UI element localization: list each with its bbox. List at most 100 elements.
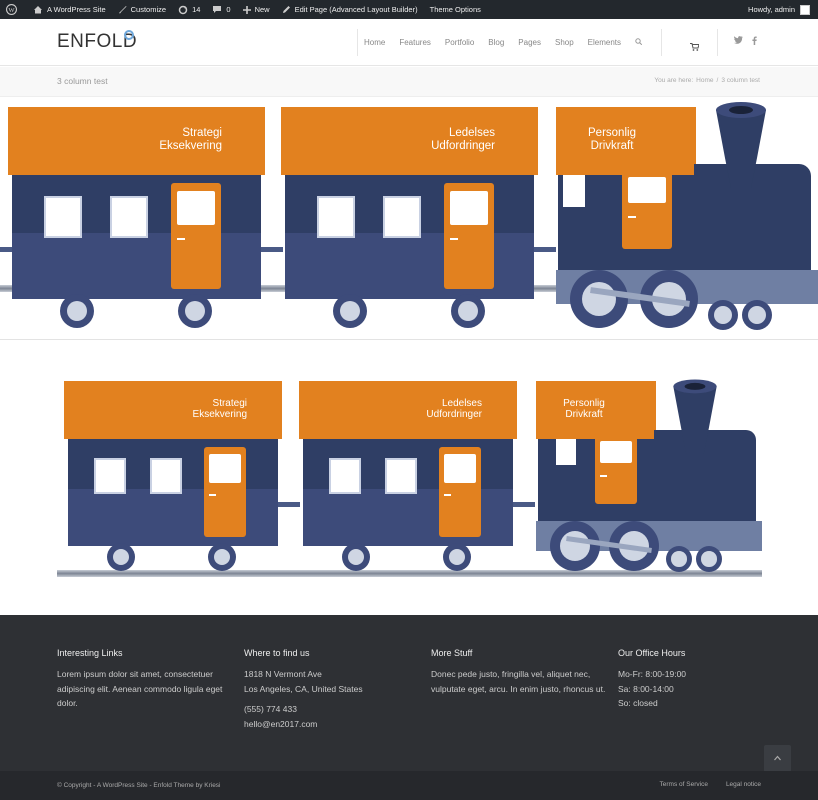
car-door — [444, 183, 494, 289]
car-body-bottom — [68, 489, 278, 546]
nav-shop[interactable]: Shop — [555, 38, 574, 47]
car-window — [385, 458, 417, 494]
door-window — [450, 191, 488, 225]
car-roof-label: Ledelses Udfordringer — [281, 107, 538, 175]
locomotive: Personlig Drivkraft — [536, 376, 762, 586]
smokestack-icon — [716, 102, 766, 188]
door-handle — [444, 494, 451, 496]
customize-label: Customize — [130, 5, 167, 14]
car-window — [110, 196, 148, 238]
footer-heading: Our Office Hours — [618, 648, 686, 658]
comments-count: 0 — [226, 5, 231, 14]
car-label-line1: Strategi — [182, 127, 222, 139]
nav-pages[interactable]: Pages — [518, 38, 541, 47]
train-row-1: Strategi Eksekvering Ledelses Udfordring… — [0, 98, 818, 338]
door-window — [177, 191, 215, 225]
footer-socket: © Copyright - A WordPress Site - Enfold … — [0, 771, 818, 800]
footer-heading: More Stuff — [431, 648, 473, 658]
door-handle — [600, 475, 607, 477]
coupler — [278, 502, 300, 507]
car-label-line1: Personlig — [563, 398, 605, 409]
wheel — [451, 294, 485, 328]
address-line: Los Angeles, CA, United States — [244, 683, 363, 694]
updates-count: 14 — [192, 5, 201, 14]
train-car-2: Ledelses Udfordringer — [281, 107, 556, 328]
car-window — [383, 196, 421, 238]
search-icon[interactable] — [635, 38, 643, 47]
logo-ring-icon — [124, 30, 134, 40]
wheel — [742, 300, 772, 330]
cab-door — [595, 439, 637, 504]
email-link[interactable]: hello@en2017.com — [244, 717, 419, 732]
wheel — [333, 294, 367, 328]
car-label-line2: Drivkraft — [565, 409, 603, 420]
plus-icon — [242, 5, 251, 14]
wordpress-logo-icon[interactable]: W — [0, 0, 27, 19]
door-window — [600, 441, 632, 463]
door-handle — [450, 238, 458, 240]
footer-text: Lorem ipsum dolor sit amet, consectetuer… — [57, 669, 223, 708]
nav-elements[interactable]: Elements — [588, 38, 621, 47]
account-menu[interactable]: Howdy, admin — [748, 4, 818, 15]
train-car-1: Strategi Eksekvering — [0, 107, 283, 328]
door-window — [209, 454, 241, 483]
social-links — [734, 36, 757, 47]
breadcrumb-separator: / — [716, 77, 719, 84]
address-line: 1818 N Vermont Ave — [244, 669, 322, 679]
chevron-up-icon — [774, 755, 781, 761]
customize-link[interactable]: Customize — [112, 0, 172, 19]
theme-options-link[interactable]: Theme Options — [424, 0, 487, 19]
comment-icon — [213, 6, 222, 13]
nav-home[interactable]: Home — [364, 38, 385, 47]
admin-bar: W A WordPress Site Customize 14 0 New Ed… — [0, 0, 818, 19]
nav-features[interactable]: Features — [399, 38, 431, 47]
car-label-line1: Ledelses — [441, 398, 482, 409]
footer-col-hours: Our Office Hours Mo-Fr: 8:00-19:00 Sa: 8… — [618, 648, 793, 711]
updates-icon — [178, 5, 188, 14]
updates-link[interactable]: 14 — [172, 0, 206, 19]
cab-door — [622, 175, 672, 249]
avatar — [800, 4, 810, 15]
car-label-line2: Udfordringer — [426, 409, 482, 420]
footer-col-more: More Stuff Donec pede justo, fringilla v… — [431, 648, 606, 696]
hours-line: Sa: 8:00-14:00 — [618, 683, 674, 694]
howdy-label: Howdy, admin — [748, 5, 795, 14]
edit-page-link[interactable]: Edit Page (Advanced Layout Builder) — [276, 0, 424, 19]
scroll-top-button[interactable] — [764, 745, 791, 772]
pencil-icon — [282, 6, 290, 13]
comments-link[interactable]: 0 — [206, 0, 236, 19]
car-door — [204, 447, 246, 537]
terms-link[interactable]: Terms of Service — [660, 781, 708, 788]
coupler — [513, 502, 535, 507]
wheel — [666, 546, 692, 572]
breadcrumb-home-link[interactable]: Home — [696, 77, 713, 84]
page-title: 3 column test — [57, 76, 108, 86]
cart-icon[interactable] — [690, 38, 700, 56]
wheel — [208, 543, 236, 571]
car-body-bottom — [285, 233, 534, 299]
car-label-line2: Eksekvering — [192, 409, 247, 420]
car-roof-label: Ledelses Udfordringer — [299, 381, 517, 439]
facebook-icon[interactable] — [752, 36, 757, 47]
home-icon — [34, 6, 42, 14]
site-name-link[interactable]: A WordPress Site — [27, 0, 112, 19]
footer-text: Donec pede justo, fringilla vel, aliquet… — [431, 669, 606, 694]
cab-window — [563, 175, 585, 207]
train-car-2: Ledelses Udfordringer — [299, 381, 535, 571]
locomotive: Personlig Drivkraft — [556, 98, 818, 333]
nav-portfolio[interactable]: Portfolio — [445, 38, 474, 47]
footer: Interesting Links Lorem ipsum dolor sit … — [0, 615, 818, 772]
twitter-icon[interactable] — [734, 36, 743, 47]
car-label-line2: Udfordringer — [431, 139, 495, 152]
nav-blog[interactable]: Blog — [488, 38, 504, 47]
car-label-line1: Personlig — [588, 127, 636, 139]
car-window — [94, 458, 126, 494]
car-body-bottom — [303, 489, 513, 546]
car-door — [439, 447, 481, 537]
new-content-link[interactable]: New — [237, 0, 276, 19]
theme-options-label: Theme Options — [429, 5, 481, 14]
car-door — [171, 183, 221, 289]
nav-divider — [717, 29, 718, 56]
legal-notice-link[interactable]: Legal notice — [726, 781, 761, 788]
breadcrumb: You are here: Home / 3 column test — [654, 77, 760, 84]
